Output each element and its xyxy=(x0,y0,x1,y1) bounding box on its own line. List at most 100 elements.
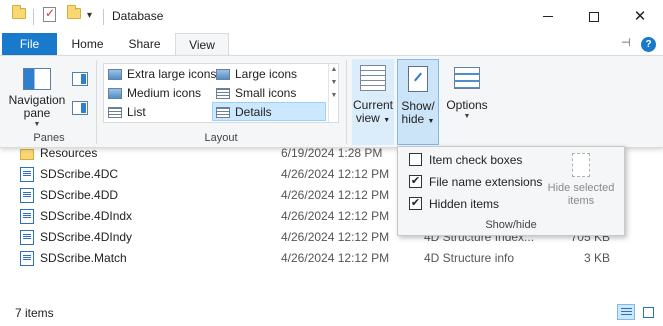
minimize-button[interactable] xyxy=(525,0,571,33)
options-button[interactable]: Options ▼ xyxy=(442,59,492,145)
file-name-extensions-option[interactable]: ✔ File name extensions xyxy=(409,173,542,191)
show-hide-group-label: Show/hide xyxy=(485,219,537,231)
pin-ribbon-icon[interactable]: ⊣ xyxy=(621,36,631,49)
large-icons-view-icon xyxy=(643,307,654,318)
large-icons-view-button[interactable] xyxy=(639,304,657,320)
layout-details[interactable]: Details xyxy=(212,102,326,121)
structure-file-icon xyxy=(20,251,34,266)
close-button[interactable]: ✕ xyxy=(617,0,663,33)
list-item[interactable]: SDScribe.Match 4/26/2024 12:12 PM 4D Str… xyxy=(0,248,663,269)
item-check-boxes-option[interactable]: Item check boxes xyxy=(409,151,522,169)
preview-pane-icon[interactable] xyxy=(72,72,88,86)
extra-large-icons-icon xyxy=(108,69,122,80)
layout-item-label: List xyxy=(127,105,146,119)
current-view-label-2: view xyxy=(355,111,380,125)
show-hide-icon xyxy=(408,66,428,92)
tab-share[interactable]: Share xyxy=(117,33,172,56)
maximize-icon xyxy=(589,11,599,22)
layout-medium-icons[interactable]: Medium icons xyxy=(105,84,211,103)
layout-item-label: Extra large icons xyxy=(127,67,217,81)
checkbox-label: Hidden items xyxy=(429,197,500,211)
details-icon xyxy=(216,107,230,118)
checkbox[interactable]: ✔ xyxy=(409,197,422,210)
chevron-down-icon: ▼ xyxy=(463,113,471,120)
title-separator xyxy=(103,9,104,25)
file-date: 4/26/2024 12:12 PM xyxy=(281,230,390,244)
ribbon-tabs: File Home Share View ⊣ ? xyxy=(0,33,663,56)
checkbox-label: File name extensions xyxy=(429,175,543,189)
details-view-button[interactable] xyxy=(617,304,635,320)
list-icon xyxy=(108,107,122,118)
medium-icons-icon xyxy=(108,88,122,99)
small-icons-icon xyxy=(216,88,230,99)
expand-gallery-icon[interactable]: ▼ xyxy=(329,92,339,99)
file-name: SDScribe.4DC xyxy=(40,167,119,181)
tab-file[interactable]: File xyxy=(2,33,57,56)
navigation-pane-label-2: pane xyxy=(23,106,51,120)
structure-file-icon xyxy=(20,209,34,224)
tab-home[interactable]: Home xyxy=(60,33,115,56)
checkbox[interactable] xyxy=(409,153,422,166)
folder-icon xyxy=(12,5,26,19)
file-name: SDScribe.Match xyxy=(40,251,127,265)
file-name: SDScribe.4DD xyxy=(40,188,119,202)
quick-access-separator xyxy=(33,9,34,25)
current-view-icon xyxy=(360,65,386,91)
options-label: Options xyxy=(446,98,488,112)
layout-large-icons[interactable]: Large icons xyxy=(213,65,325,84)
chevron-down-icon: ▼ xyxy=(383,117,391,124)
layout-item-label: Details xyxy=(235,105,272,119)
hide-selected-label-1: Hide selected xyxy=(547,182,615,194)
file-date: 4/26/2024 12:12 PM xyxy=(281,209,390,223)
layout-list[interactable]: List xyxy=(105,103,211,122)
structure-file-icon xyxy=(20,230,34,245)
checkbox[interactable]: ✔ xyxy=(409,175,422,188)
file-name: SDScribe.4DIndy xyxy=(40,230,133,244)
navigation-pane-icon xyxy=(23,68,51,90)
large-icons-icon xyxy=(216,69,230,80)
window-title: Database xyxy=(112,9,164,23)
details-pane-icon[interactable] xyxy=(72,101,88,115)
structure-file-icon xyxy=(20,188,34,203)
navigation-pane-button[interactable]: Navigation pane ▼ xyxy=(6,62,68,130)
file-type: 4D Structure info xyxy=(424,251,515,265)
chevron-up-icon[interactable]: ▲ xyxy=(329,66,339,73)
close-icon: ✕ xyxy=(633,8,647,25)
details-view-icon xyxy=(621,308,632,317)
maximize-button[interactable] xyxy=(571,0,617,33)
layout-small-icons[interactable]: Small icons xyxy=(213,84,325,103)
layout-item-label: Medium icons xyxy=(127,86,202,100)
file-date: 4/26/2024 12:12 PM xyxy=(281,251,390,265)
file-date: 4/26/2024 12:12 PM xyxy=(281,188,390,202)
new-folder-icon[interactable] xyxy=(67,5,81,19)
help-icon[interactable]: ? xyxy=(641,37,656,52)
group-separator xyxy=(96,60,97,144)
show-hide-label-2: hide xyxy=(401,112,425,126)
item-count: 7 items xyxy=(15,306,54,320)
layout-group-label: Layout xyxy=(204,132,238,144)
layout-item-label: Small icons xyxy=(235,86,297,100)
folder-icon xyxy=(20,149,34,160)
file-name: SDScribe.4DIndx xyxy=(40,209,133,223)
current-view-button[interactable]: Current view ▼ xyxy=(352,59,394,145)
layout-item-label: Large icons xyxy=(235,67,298,81)
tab-view[interactable]: View xyxy=(175,33,229,56)
show-hide-button[interactable]: Show/ hide ▼ xyxy=(397,59,439,145)
hide-selected-label-2: items xyxy=(567,195,595,207)
file-size: 3 KB xyxy=(583,251,610,265)
checkbox-label: Item check boxes xyxy=(429,153,523,167)
customize-quick-access-dropdown-icon[interactable]: ▾ xyxy=(87,10,92,21)
properties-icon[interactable]: ✓ xyxy=(43,6,56,22)
ribbon-view: Navigation pane ▼ Panes Extra large icon… xyxy=(0,55,663,148)
layout-extra-large-icons[interactable]: Extra large icons xyxy=(105,65,216,84)
group-separator xyxy=(346,60,347,144)
layout-gallery-scroll[interactable]: ▲ ▼ ▼ xyxy=(328,64,339,122)
chevron-down-icon: ▼ xyxy=(427,118,435,125)
options-icon xyxy=(454,67,480,89)
hide-selected-items-button[interactable]: Hide selected items xyxy=(542,153,620,208)
hidden-items-option[interactable]: ✔ Hidden items xyxy=(409,195,499,213)
structure-file-icon xyxy=(20,167,34,182)
status-bar: 7 items xyxy=(0,300,663,326)
minimize-icon xyxy=(543,16,553,17)
chevron-down-icon[interactable]: ▼ xyxy=(329,79,339,86)
